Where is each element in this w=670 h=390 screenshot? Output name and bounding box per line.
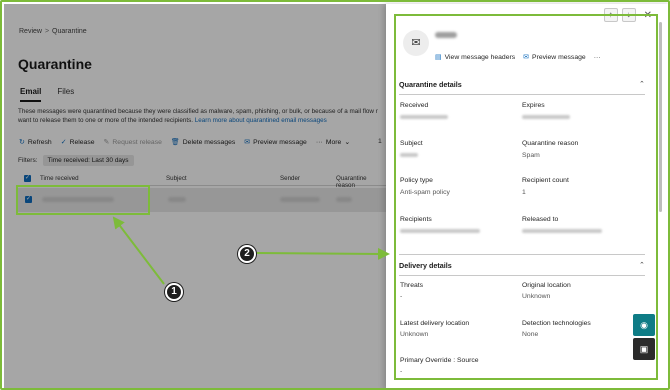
callout-badge-2: 2 <box>238 245 256 263</box>
callout-arrows <box>112 216 390 285</box>
screenshot-frame: Review > Quarantine Quarantine Email Files… <box>0 0 670 390</box>
callout-badge-1: 1 <box>165 283 183 301</box>
arrow-to-flyout <box>256 247 390 260</box>
arrow-to-row <box>112 216 165 285</box>
